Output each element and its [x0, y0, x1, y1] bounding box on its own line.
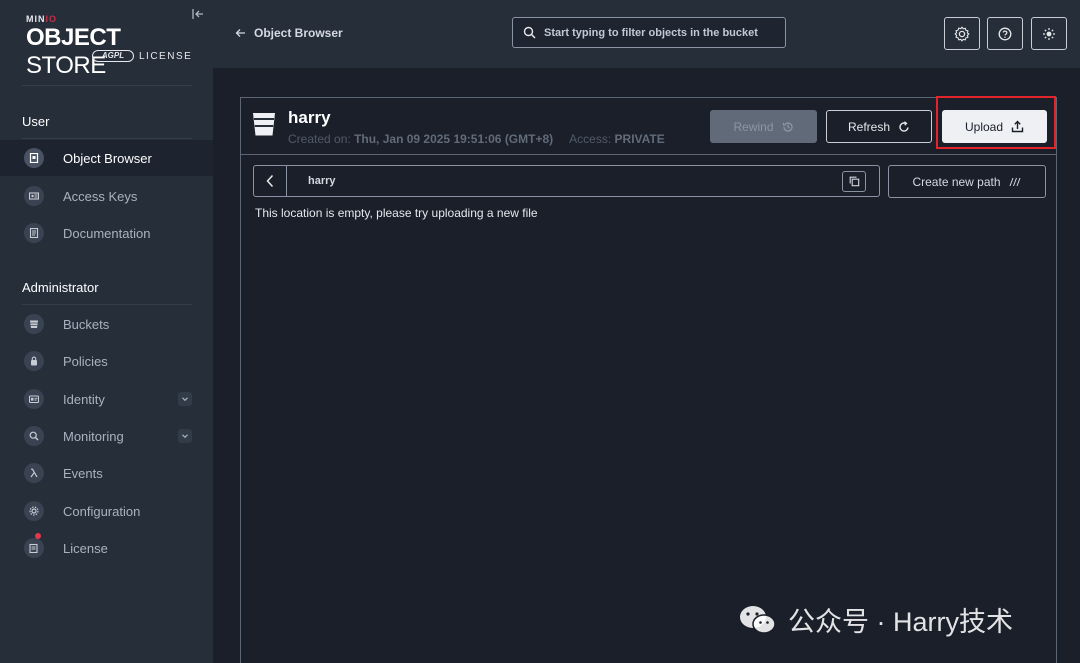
logo-minio-text: MINIO [26, 14, 58, 24]
sidebar-item-label: Documentation [63, 225, 151, 241]
search-input[interactable] [544, 26, 774, 39]
sidebar-item-label: Policies [63, 353, 108, 369]
current-path: harry [308, 175, 336, 187]
create-new-path-label: Create new path [912, 174, 1001, 189]
refresh-button[interactable]: Refresh [826, 110, 932, 143]
breadcrumb-path-bar: harry [253, 165, 880, 197]
collapse-sidebar-icon[interactable] [190, 8, 206, 24]
help-icon [998, 27, 1012, 40]
top-bar: Object Browser [213, 0, 1080, 68]
minio-logo[interactable]: MINIO OBJECT STORE AGPL LICENSE [26, 14, 196, 79]
object-browser-panel: harry Created on: Thu, Jan 09 2025 19:51… [240, 97, 1057, 663]
sidebar-item-documentation[interactable]: Documentation [0, 215, 213, 251]
bucket-meta: Created on: Thu, Jan 09 2025 19:51:06 (G… [288, 132, 665, 146]
sidebar-divider [22, 85, 192, 86]
settings-button[interactable] [944, 17, 980, 50]
lambda-icon [24, 463, 44, 483]
sidebar-item-identity[interactable]: Identity [0, 381, 213, 417]
sidebar-item-label: Events [63, 465, 103, 481]
gear-icon [24, 501, 44, 521]
section-title-administrator: Administrator [22, 280, 99, 295]
refresh-icon [899, 120, 909, 132]
search-icon [523, 26, 536, 39]
sidebar-item-label: Buckets [63, 316, 110, 332]
new-path-icon [1009, 177, 1020, 186]
rewind-label: Rewind [733, 119, 774, 134]
sidebar-item-label: Access Keys [63, 188, 138, 204]
access-keys-icon [24, 186, 44, 206]
upload-highlight-box [936, 96, 1056, 149]
sidebar-item-buckets[interactable]: Buckets [0, 306, 213, 342]
sun-icon [1043, 27, 1055, 40]
sidebar-item-monitoring[interactable]: Monitoring [0, 418, 213, 454]
help-button[interactable] [987, 17, 1023, 50]
chevron-down-icon[interactable] [178, 429, 192, 443]
back-to-object-browser-link[interactable]: Object Browser [235, 26, 343, 40]
created-label: Created on: [288, 132, 351, 146]
bucket-icon [24, 314, 44, 334]
bucket-header: harry Created on: Thu, Jan 09 2025 19:51… [241, 98, 1056, 155]
bucket-icon [253, 113, 275, 136]
copy-icon [849, 176, 859, 187]
notification-badge [35, 533, 41, 539]
sidebar-item-object-browser[interactable]: Object Browser [0, 140, 213, 176]
section-title-user: User [22, 114, 50, 129]
empty-location-message: This location is empty, please try uploa… [255, 206, 538, 220]
sidebar-item-access-keys[interactable]: Access Keys [0, 178, 213, 214]
watermark: 公众号 · Harry技术 [738, 600, 1013, 639]
monitoring-icon [24, 426, 44, 446]
refresh-label: Refresh [847, 119, 891, 134]
sidebar-item-label: Identity [63, 391, 105, 407]
object-browser-icon [24, 148, 44, 168]
chevron-down-icon[interactable] [178, 392, 192, 406]
wechat-icon [740, 605, 776, 634]
back-link-label: Object Browser [254, 26, 343, 40]
watermark-text: 公众号 · Harry技术 [788, 607, 1013, 637]
created-value: Thu, Jan 09 2025 19:51:06 (GMT+8) [354, 132, 554, 146]
access-value: PRIVATE [614, 132, 665, 146]
sidebar-divider [22, 138, 192, 139]
sidebar-item-license[interactable]: License [0, 530, 213, 566]
theme-toggle-button[interactable] [1031, 17, 1067, 50]
sidebar-item-policies[interactable]: Policies [0, 343, 213, 379]
sidebar-item-label: Monitoring [63, 428, 124, 444]
sidebar: MINIO OBJECT STORE AGPL LICENSE User Obj… [0, 0, 213, 663]
create-new-path-button[interactable]: Create new path [888, 165, 1046, 198]
path-back-button[interactable] [254, 166, 287, 196]
access-label: Access: [569, 132, 612, 146]
lock-icon [24, 351, 44, 371]
copy-path-button[interactable] [842, 171, 866, 192]
agpl-badge: AGPL [92, 50, 134, 62]
sidebar-item-label: Configuration [63, 503, 141, 519]
sidebar-item-events[interactable]: Events [0, 455, 213, 491]
sidebar-divider [22, 304, 192, 305]
sidebar-item-configuration[interactable]: Configuration [0, 493, 213, 529]
sidebar-item-label: License [63, 540, 108, 556]
search-box[interactable] [512, 17, 786, 48]
chevron-left-icon [266, 174, 274, 188]
logo-license-text: LICENSE [139, 51, 193, 62]
gear-icon [954, 25, 970, 42]
sidebar-item-label: Object Browser [63, 150, 152, 166]
documentation-icon [24, 223, 44, 243]
arrow-left-icon [235, 29, 245, 37]
rewind-button[interactable]: Rewind [710, 110, 817, 143]
history-icon [782, 121, 793, 132]
identity-icon [24, 389, 44, 409]
license-icon [24, 538, 44, 558]
bucket-name: harry [288, 108, 331, 127]
